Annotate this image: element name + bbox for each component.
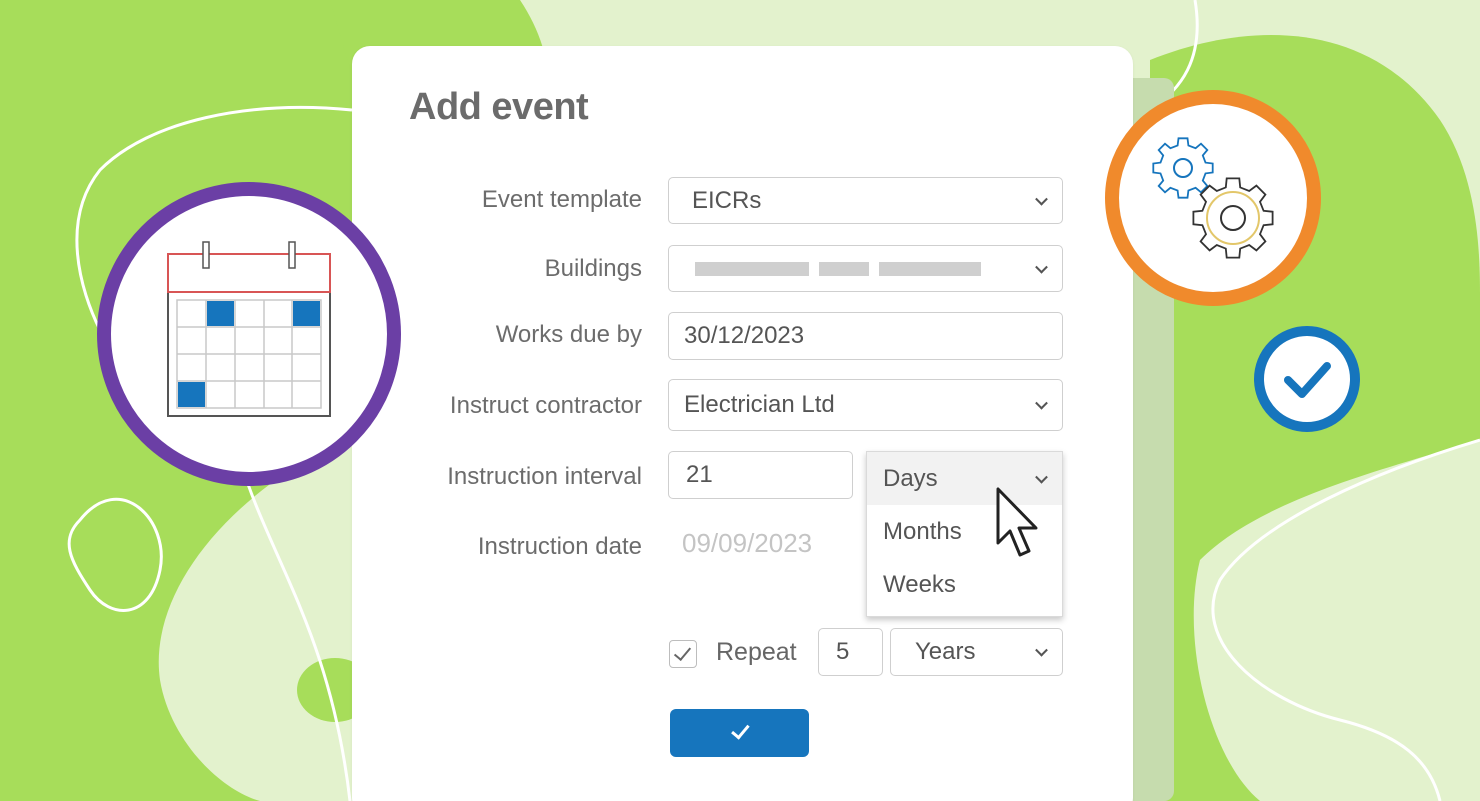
event-template-value: EICRs [692,186,762,214]
repeat-unit-value: Years [915,638,976,665]
check-badge [1254,326,1360,432]
interval-unit-selected-label: Days [883,464,938,492]
chevron-down-icon [1035,643,1048,657]
instruct-contractor-select[interactable]: Electrician Ltd [668,379,1063,431]
instruction-interval-input[interactable]: 21 [668,451,853,499]
chevron-down-icon [1035,192,1048,206]
instruct-contractor-label: Instruct contractor [449,392,642,419]
repeat-unit-select[interactable]: Years [890,628,1063,676]
event-template-label: Event template [481,186,642,213]
page-title: Add event [409,86,589,128]
instruct-contractor-value: Electrician Ltd [684,391,835,418]
chevron-down-icon [1035,260,1048,274]
check-icon [730,719,750,740]
event-template-select[interactable]: EICRs [668,177,1063,224]
calendar-icon [167,241,331,417]
calendar-badge [97,182,401,486]
repeat-checkbox[interactable] [669,640,697,668]
repeat-count-input[interactable]: 5 [818,628,883,676]
dropdown-option-weeks[interactable]: Weeks [867,558,1062,611]
repeat-label: Repeat [716,638,797,666]
buildings-redacted-value [669,261,991,276]
checkmark-icon [673,642,692,662]
repeat-count-value: 5 [836,638,850,665]
instruction-date-value: 09/09/2023 [682,528,813,558]
instruction-interval-value: 21 [686,461,713,488]
buildings-select[interactable] [668,245,1063,292]
gears-badge [1105,90,1321,306]
chevron-down-icon [1035,396,1048,410]
works-due-by-value: 30/12/2023 [684,322,805,349]
submit-button[interactable] [670,709,809,757]
instruction-interval-label: Instruction interval [447,463,642,490]
instruction-date-label: Instruction date [477,533,642,560]
chevron-down-icon [1035,470,1048,484]
buildings-label: Buildings [544,255,642,282]
works-due-by-label: Works due by [495,321,642,348]
works-due-by-input[interactable]: 30/12/2023 [668,312,1063,360]
mouse-cursor-icon [996,487,1038,557]
